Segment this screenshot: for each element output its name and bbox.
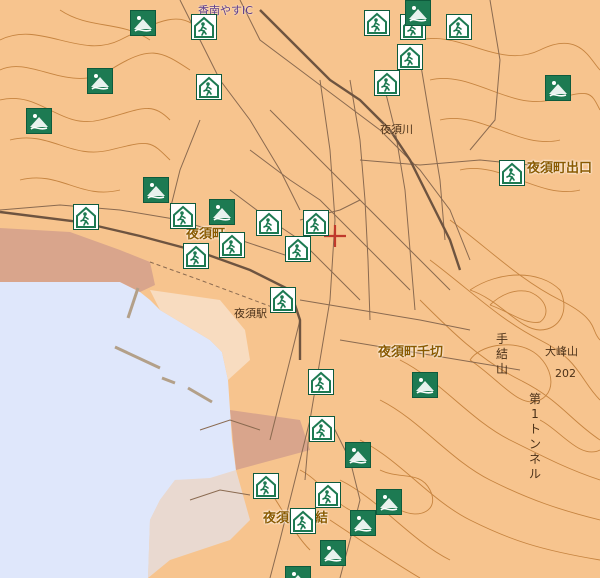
evacuation-shelter-icon[interactable]: [183, 243, 209, 269]
tei-mountain-label: 手結山: [495, 332, 508, 376]
hazard-warning-icon[interactable]: [350, 510, 376, 536]
hazard-warning-icon[interactable]: [26, 108, 52, 134]
peak-elevation-label: 202: [555, 367, 576, 380]
tunnel-label: 第1トンネル: [528, 392, 541, 481]
hazard-warning-icon[interactable]: [130, 10, 156, 36]
hazard-warning-icon[interactable]: [412, 372, 438, 398]
river-label: 夜須川: [380, 123, 413, 136]
evacuation-shelter-icon[interactable]: [219, 232, 245, 258]
evacuation-shelter-icon[interactable]: [256, 210, 282, 236]
evacuation-shelter-icon[interactable]: [270, 287, 296, 313]
evacuation-shelter-icon[interactable]: [315, 482, 341, 508]
hazard-warning-icon[interactable]: [545, 75, 571, 101]
hazard-warning-icon[interactable]: [345, 442, 371, 468]
evacuation-shelter-icon[interactable]: [191, 14, 217, 40]
hazard-warning-icon[interactable]: [209, 199, 235, 225]
hazard-warning-icon[interactable]: [376, 489, 402, 515]
hazard-warning-icon[interactable]: [320, 540, 346, 566]
evacuation-shelter-icon[interactable]: [196, 74, 222, 100]
evacuation-shelter-icon[interactable]: [364, 10, 390, 36]
evacuation-shelter-icon[interactable]: [253, 473, 279, 499]
evacuation-shelter-icon[interactable]: [446, 14, 472, 40]
demachi-label: 夜須町出口: [527, 161, 593, 176]
evacuation-shelter-icon[interactable]: [309, 416, 335, 442]
senkiri-label: 夜須町千切: [378, 345, 444, 360]
evacuation-shelter-icon[interactable]: [374, 70, 400, 96]
peak-name-label: 大峰山: [545, 345, 578, 358]
hazard-warning-icon[interactable]: [87, 68, 113, 94]
evacuation-shelter-icon[interactable]: [499, 160, 525, 186]
hazard-warning-icon[interactable]: [405, 0, 431, 26]
station-label: 夜須駅: [234, 307, 267, 320]
evacuation-shelter-icon[interactable]: [308, 369, 334, 395]
evacuation-shelter-icon[interactable]: [290, 508, 316, 534]
evacuation-shelter-icon[interactable]: [397, 44, 423, 70]
evacuation-shelter-icon[interactable]: [170, 203, 196, 229]
hazard-warning-icon[interactable]: [143, 177, 169, 203]
hazard-warning-icon[interactable]: [285, 566, 311, 578]
map-view[interactable]: 香南やすIC 夜須川 夜須駅 夜須町出口 夜須町千切 夜須町 夜須町手結 大峰山…: [0, 0, 600, 578]
evacuation-shelter-icon[interactable]: [285, 236, 311, 262]
evacuation-shelter-icon[interactable]: [303, 210, 329, 236]
evacuation-shelter-icon[interactable]: [73, 204, 99, 230]
